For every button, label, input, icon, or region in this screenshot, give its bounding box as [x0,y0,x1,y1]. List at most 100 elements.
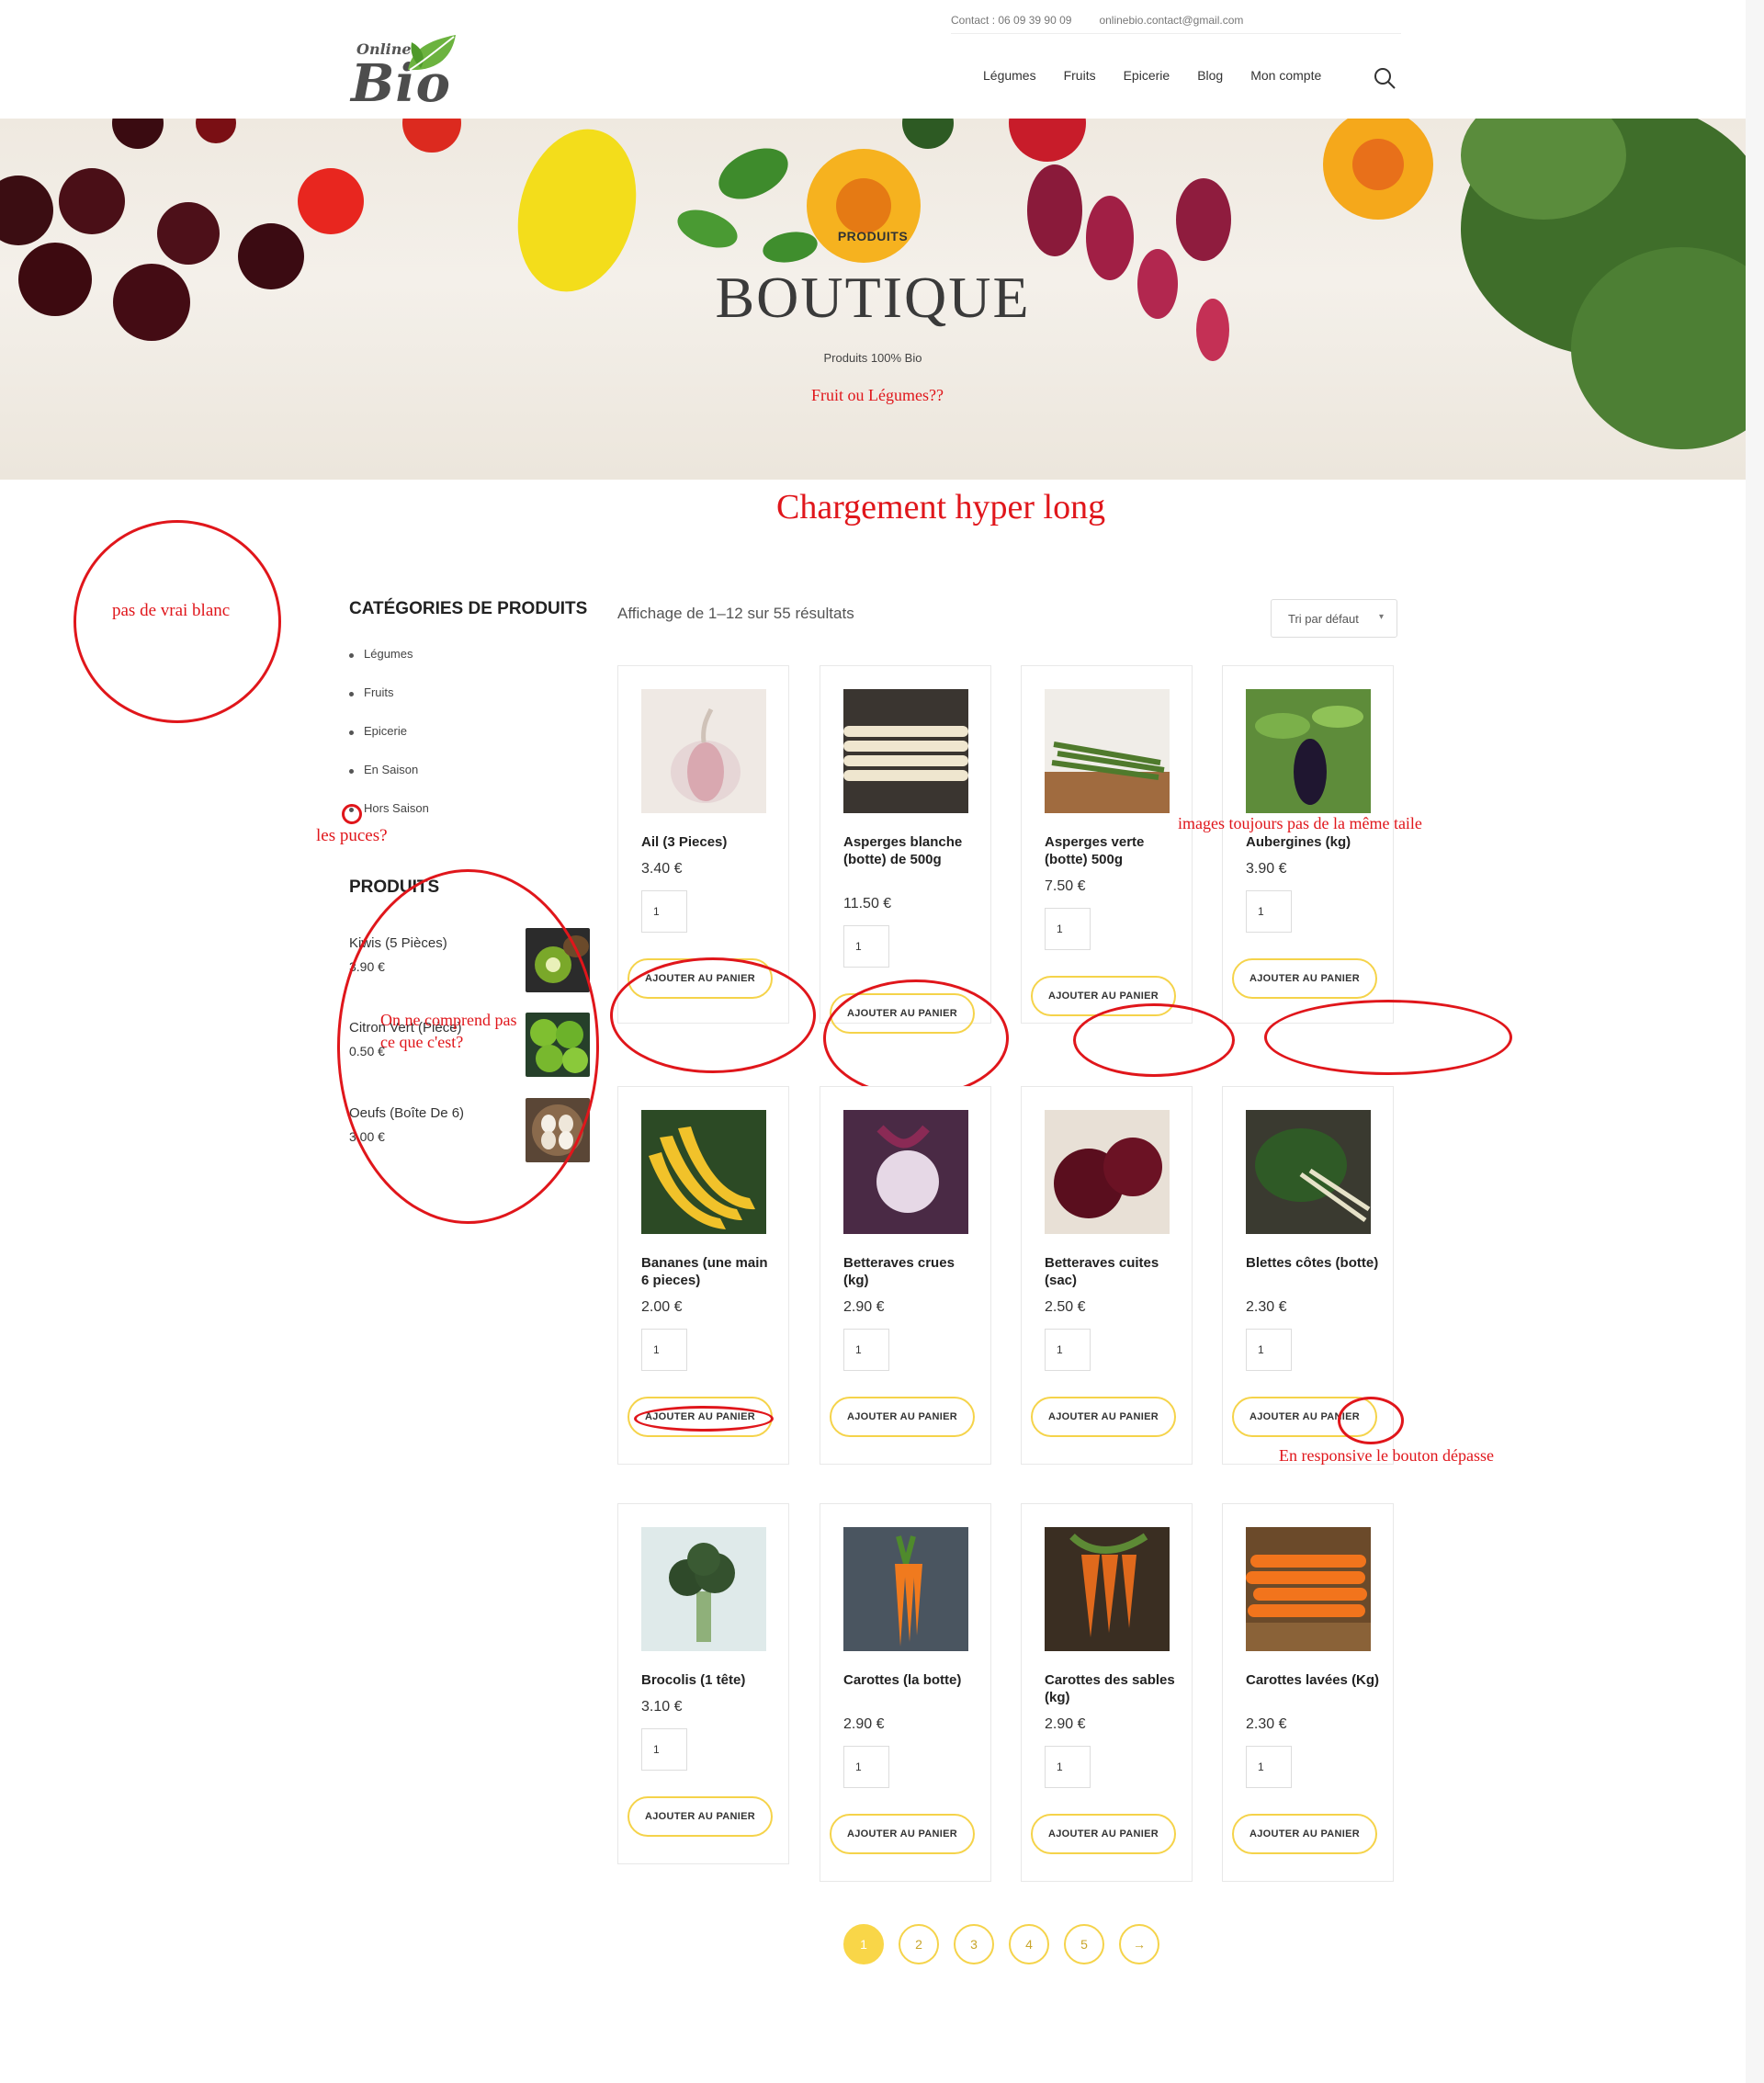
annotation-les-puces: les puces? [316,826,388,845]
logo[interactable]: Online Bio [349,33,464,114]
product-price: 2.90 € [1045,1716,1086,1732]
page-2-button[interactable]: 2 [899,1924,939,1964]
annotation-pas-de-vrai-blanc: pas de vrai blanc [112,601,231,620]
annotation-ring-button-4 [1264,1000,1512,1075]
product-price: 2.00 € [641,1299,683,1315]
product-name[interactable]: Carottes (la botte) [843,1671,981,1689]
add-to-cart-button[interactable]: AJOUTER AU PANIER [830,1814,975,1854]
quantity-input[interactable]: 1 [843,1746,889,1788]
annotation-ring-button-6 [1338,1397,1404,1444]
eggplant-image[interactable] [1246,689,1371,813]
add-to-cart-button[interactable]: AJOUTER AU PANIER [830,1397,975,1437]
annotation-on-ne-comprend-2: ce que c'est? [380,1033,464,1051]
quantity-input[interactable]: 1 [843,1329,889,1371]
add-to-cart-button[interactable]: AJOUTER AU PANIER [1232,958,1377,999]
add-to-cart-button[interactable]: AJOUTER AU PANIER [628,1796,773,1837]
annotation-ring-button-5 [634,1406,774,1432]
nav-blog[interactable]: Blog [1197,68,1223,83]
quantity-input[interactable]: 1 [641,1728,687,1771]
product-name[interactable]: Bananes (une main 6 pieces) [641,1254,779,1289]
product-card-carottes-sables[interactable]: Carottes des sables (kg) 2.90 € 1 AJOUTE… [1021,1503,1193,1882]
product-price: 3.90 € [1246,861,1287,877]
product-name[interactable]: Carottes lavées (Kg) [1246,1671,1384,1689]
hero-banner: PRODUITS BOUTIQUE Produits 100% Bio [0,119,1746,480]
page-1-button[interactable]: 1 [843,1924,884,1964]
nav-epicerie[interactable]: Epicerie [1124,68,1170,83]
add-to-cart-button[interactable]: AJOUTER AU PANIER [1031,1814,1176,1854]
product-price: 2.90 € [843,1299,885,1315]
washed-carrot-image[interactable] [1246,1527,1371,1651]
annotation-on-ne-comprend-1: On ne comprend pas [380,1011,517,1029]
product-name[interactable]: Betteraves cuites (sac) [1045,1254,1182,1289]
product-name[interactable]: Asperges verte (botte) 500g [1045,833,1182,868]
product-card-betteraves-cuites[interactable]: Betteraves cuites (sac) 2.50 € 1 AJOUTER… [1021,1086,1193,1465]
nav-legumes[interactable]: Légumes [983,68,1036,83]
white-asparagus-image[interactable] [843,689,968,813]
quantity-input[interactable]: 1 [1246,1329,1292,1371]
contact-email[interactable]: onlinebio.contact@gmail.com [1099,14,1243,27]
annotation-ring-button-2 [823,979,1009,1097]
result-count: Affichage de 1–12 sur 55 résultats [617,605,854,622]
add-to-cart-button[interactable]: AJOUTER AU PANIER [1232,1814,1377,1854]
quantity-input[interactable]: 1 [641,1329,687,1371]
product-card-brocolis[interactable]: Brocolis (1 tête) 3.10 € 1 AJOUTER AU PA… [617,1503,789,1864]
nav-fruits[interactable]: Fruits [1064,68,1096,83]
top-contact-bar: Contact : 06 09 39 90 09 onlinebio.conta… [951,7,1401,34]
green-asparagus-image[interactable] [1045,689,1170,813]
product-price: 2.50 € [1045,1299,1086,1315]
hero-title: BOUTIQUE [715,265,1031,330]
quantity-input[interactable]: 1 [1246,890,1292,933]
chard-image[interactable] [1246,1110,1371,1234]
product-name[interactable]: Aubergines (kg) [1246,833,1384,851]
quantity-input[interactable]: 1 [843,925,889,968]
annotation-ring-bullet [342,804,362,824]
quantity-input[interactable]: 1 [641,890,687,933]
product-name[interactable]: Blettes côtes (botte) [1246,1254,1384,1272]
product-card-asperges-verte[interactable]: Asperges verte (botte) 500g 7.50 € 1 AJO… [1021,665,1193,1024]
product-name[interactable]: Asperges blanche (botte) de 500g [843,833,981,868]
page-3-button[interactable]: 3 [954,1924,994,1964]
product-card-asperges-blanche[interactable]: Asperges blanche (botte) de 500g 11.50 €… [820,665,991,1034]
contact-phone: Contact : 06 09 39 90 09 [951,14,1072,27]
sort-select[interactable]: Tri par défaut ▾ [1271,599,1397,638]
quantity-input[interactable]: 1 [1045,1746,1091,1788]
annotation-fruit-ou-legumes: Fruit ou Légumes?? [811,386,944,404]
garlic-image[interactable] [641,689,766,813]
nav-mon-compte[interactable]: Mon compte [1250,68,1321,83]
carrot-bunch-image[interactable] [843,1527,968,1651]
search-icon[interactable] [1373,66,1396,90]
categories-title: CATÉGORIES DE PRODUITS [349,599,588,618]
page-4-button[interactable]: 4 [1009,1924,1049,1964]
cooked-beet-image[interactable] [1045,1110,1170,1234]
product-name[interactable]: Carottes des sables (kg) [1045,1671,1182,1706]
product-card-carottes-botte[interactable]: Carottes (la botte) 2.90 € 1 AJOUTER AU … [820,1503,991,1882]
quantity-input[interactable]: 1 [1246,1746,1292,1788]
broccoli-image[interactable] [641,1527,766,1651]
product-card-aubergines[interactable]: Aubergines (kg) 3.90 € 1 AJOUTER AU PANI… [1222,665,1394,1024]
product-name[interactable]: Ail (3 Pieces) [641,833,779,851]
annotation-images-taille: images toujours pas de la même taile [1178,814,1422,832]
chevron-down-icon: ▾ [1378,612,1384,622]
product-price: 7.50 € [1045,878,1086,894]
quantity-input[interactable]: 1 [1045,1329,1091,1371]
add-to-cart-button[interactable]: AJOUTER AU PANIER [1031,1397,1176,1437]
category-fruits[interactable]: Fruits [349,685,429,724]
product-name[interactable]: Betteraves crues (kg) [843,1254,981,1289]
banana-image[interactable] [641,1110,766,1234]
sand-carrot-image[interactable] [1045,1527,1170,1651]
product-name[interactable]: Brocolis (1 tête) [641,1671,779,1689]
annotation-responsive: En responsive le bouton dépasse [1279,1446,1494,1465]
quantity-input[interactable]: 1 [1045,908,1091,950]
product-price: 3.10 € [641,1699,683,1715]
leaf-icon [408,35,456,71]
category-legumes[interactable]: Légumes [349,647,429,685]
hero-tagline: Produits 100% Bio [823,351,922,365]
page-5-button[interactable]: 5 [1064,1924,1104,1964]
product-price: 2.90 € [843,1716,885,1732]
category-en-saison[interactable]: En Saison [349,763,429,801]
product-card-betteraves-crues[interactable]: Betteraves crues (kg) 2.90 € 1 AJOUTER A… [820,1086,991,1465]
category-epicerie[interactable]: Epicerie [349,724,429,763]
next-page-button[interactable]: → [1119,1924,1159,1964]
product-card-carottes-lavees[interactable]: Carottes lavées (Kg) 2.30 € 1 AJOUTER AU… [1222,1503,1394,1882]
raw-beet-image[interactable] [843,1110,968,1234]
